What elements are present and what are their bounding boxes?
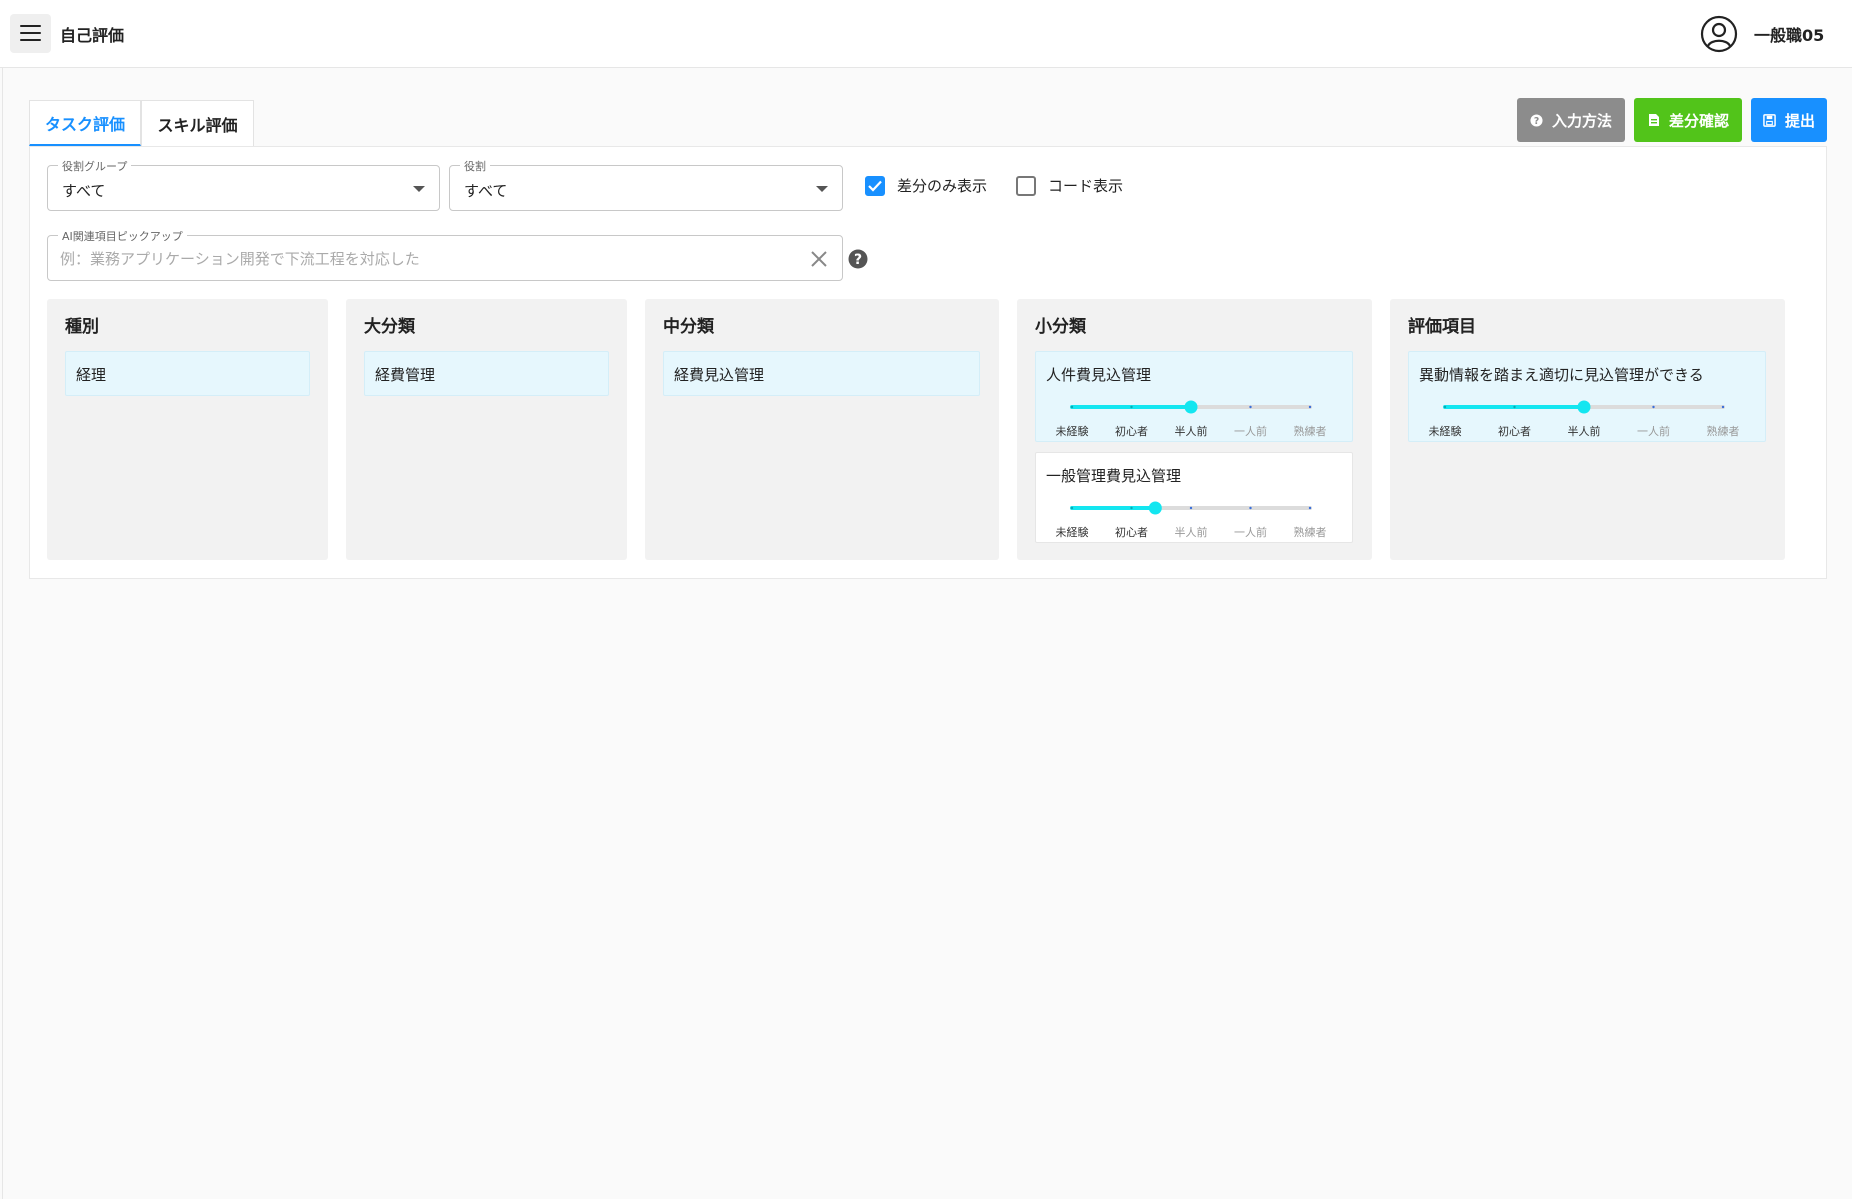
diff-check-label: 差分確認 (1668, 112, 1729, 130)
tab-skill-evaluation[interactable]: スキル評価 (141, 100, 254, 146)
slider-thumb[interactable] (1148, 501, 1162, 515)
checkbox-unchecked-icon[interactable] (1016, 175, 1036, 196)
list-item-label: 経費見込管理 (674, 366, 765, 384)
role-group-value: すべて (62, 182, 106, 200)
slider-level-label: 一人前 (1637, 425, 1670, 438)
list-item-label: 経費管理 (375, 366, 436, 384)
role-select[interactable]: 役割 すべて (449, 158, 843, 211)
chevron-down-icon (816, 186, 828, 192)
slider-level-label: 未経験 (1055, 526, 1089, 539)
slider-tick (1130, 506, 1133, 510)
list-item-label: 人件費見込管理 (1046, 366, 1152, 384)
close-icon[interactable] (810, 250, 828, 268)
tab-label: タスク評価 (44, 114, 125, 134)
slider-tick (1070, 506, 1074, 510)
slider-level-label: 初心者 (1498, 425, 1531, 438)
ai-pickup-field: AI関連項目ピックアップ ? (47, 228, 868, 281)
level-slider[interactable]: 未経験 初心者 半人前 一人前 熟練者 (1056, 501, 1346, 542)
app-bar: 自己評価 一般職05 (0, 0, 1852, 68)
document-icon (1647, 113, 1661, 127)
slider-level-label: 半人前 (1567, 425, 1601, 438)
list-item-label: 一般管理費見込管理 (1046, 467, 1182, 485)
slider-level-label: 熟練者 (1293, 425, 1327, 438)
column-title: 小分類 (1035, 317, 1086, 337)
slider-track[interactable] (1060, 400, 1322, 415)
level-slider[interactable]: 未経験 初心者 半人前 一人前 熟練者 (1429, 400, 1740, 441)
slider-tick (1070, 405, 1074, 409)
slider-tick (1189, 506, 1193, 510)
diff-only-checkbox[interactable]: 差分のみ表示 (865, 175, 987, 196)
chevron-down-icon (413, 186, 425, 192)
slider-track[interactable] (1060, 501, 1322, 516)
list-item[interactable]: 経費見込管理 (663, 351, 980, 396)
diff-check-button[interactable]: 差分確認 (1634, 98, 1742, 142)
column-evaluation: 評価項目 異動情報を踏まえ適切に見込管理ができる 未経験 初心者 半人前 一人前 熟練者 (1390, 299, 1785, 560)
slider-level-label: 初心者 (1115, 526, 1148, 539)
show-code-label: コード表示 (1048, 177, 1124, 195)
level-slider[interactable]: 未経験 初心者 半人前 一人前 熟練者 (1056, 400, 1346, 441)
list-item[interactable]: 経費管理 (364, 351, 609, 396)
column-major: 大分類 経費管理 (346, 299, 627, 560)
slider-level-label: 熟練者 (1706, 425, 1740, 438)
input-method-label: 入力方法 (1551, 112, 1612, 130)
ai-pickup-input[interactable] (60, 246, 750, 272)
slider-tick (1721, 405, 1725, 409)
slider-thumb[interactable] (1577, 400, 1591, 414)
user-name: 一般職05 (1754, 26, 1825, 45)
column-title: 評価項目 (1408, 317, 1476, 337)
slider-tick (1249, 506, 1252, 510)
account-circle-icon[interactable] (1700, 15, 1738, 53)
list-item-label: 異動情報を踏まえ適切に見込管理ができる (1419, 366, 1704, 384)
svg-text:?: ? (854, 252, 862, 268)
submit-button[interactable]: 提出 (1751, 98, 1827, 142)
slider-tick (1443, 405, 1447, 409)
slider-level-label: 熟練者 (1293, 526, 1327, 539)
submit-label: 提出 (1784, 112, 1815, 130)
show-code-checkbox[interactable]: コード表示 (1016, 175, 1123, 196)
tab-label: スキル評価 (157, 115, 238, 135)
save-icon (1763, 113, 1777, 127)
slider-level-label: 未経験 (1428, 425, 1462, 438)
slider-level-label: 半人前 (1174, 425, 1208, 438)
slider-tick (1130, 405, 1133, 409)
column-middle: 中分類 経費見込管理 (645, 299, 999, 560)
list-item[interactable]: 人件費見込管理 未経験 初心者 半人前 一人前 熟練者 (1035, 351, 1353, 442)
list-item[interactable]: 異動情報を踏まえ適切に見込管理ができる 未経験 初心者 半人前 一人前 熟練者 (1408, 351, 1766, 442)
slider-tick (1249, 405, 1252, 409)
tab-task-evaluation[interactable]: タスク評価 (29, 100, 141, 146)
slider-level-label: 初心者 (1115, 425, 1148, 438)
input-method-button[interactable]: ? 入力方法 (1517, 98, 1625, 142)
page-title: 自己評価 (60, 26, 125, 45)
role-group-select[interactable]: 役割グループ すべて (47, 158, 440, 211)
list-item[interactable]: 一般管理費見込管理 未経験 初心者 半人前 一人前 熟練者 (1035, 452, 1353, 543)
diff-only-label: 差分のみ表示 (897, 177, 988, 195)
svg-text:?: ? (1534, 115, 1539, 126)
list-item-label: 経理 (76, 366, 107, 384)
slider-tick (1308, 506, 1312, 510)
column-type: 種別 経理 (47, 299, 328, 560)
hamburger-menu-icon[interactable] (10, 14, 51, 53)
slider-level-label: 一人前 (1234, 526, 1267, 539)
help-circle-icon: ? (1530, 113, 1544, 127)
slider-level-label: 半人前 (1174, 526, 1208, 539)
slider-tick (1308, 405, 1312, 409)
help-circle-icon[interactable]: ? (848, 249, 868, 269)
column-title: 中分類 (663, 317, 714, 337)
role-label: 役割 (460, 158, 490, 174)
slider-thumb[interactable] (1184, 400, 1198, 414)
slider-level-label: 未経験 (1055, 425, 1089, 438)
role-value: すべて (464, 182, 508, 200)
slider-tick (1652, 405, 1655, 409)
slider-track[interactable] (1433, 400, 1735, 415)
column-minor: 小分類 人件費見込管理 未経験 初心者 半人前 一人前 熟練者 一般管理費見込管理 未経… (1017, 299, 1372, 560)
ai-pickup-label: AI関連項目ピックアップ (58, 228, 187, 244)
left-border (2, 68, 3, 1199)
slider-tick (1513, 405, 1516, 409)
column-title: 種別 (65, 317, 99, 337)
role-group-label: 役割グループ (58, 158, 132, 174)
checkbox-checked-icon[interactable] (865, 175, 885, 196)
column-title: 大分類 (364, 317, 415, 337)
slider-level-label: 一人前 (1234, 425, 1267, 438)
list-item[interactable]: 経理 (65, 351, 310, 396)
